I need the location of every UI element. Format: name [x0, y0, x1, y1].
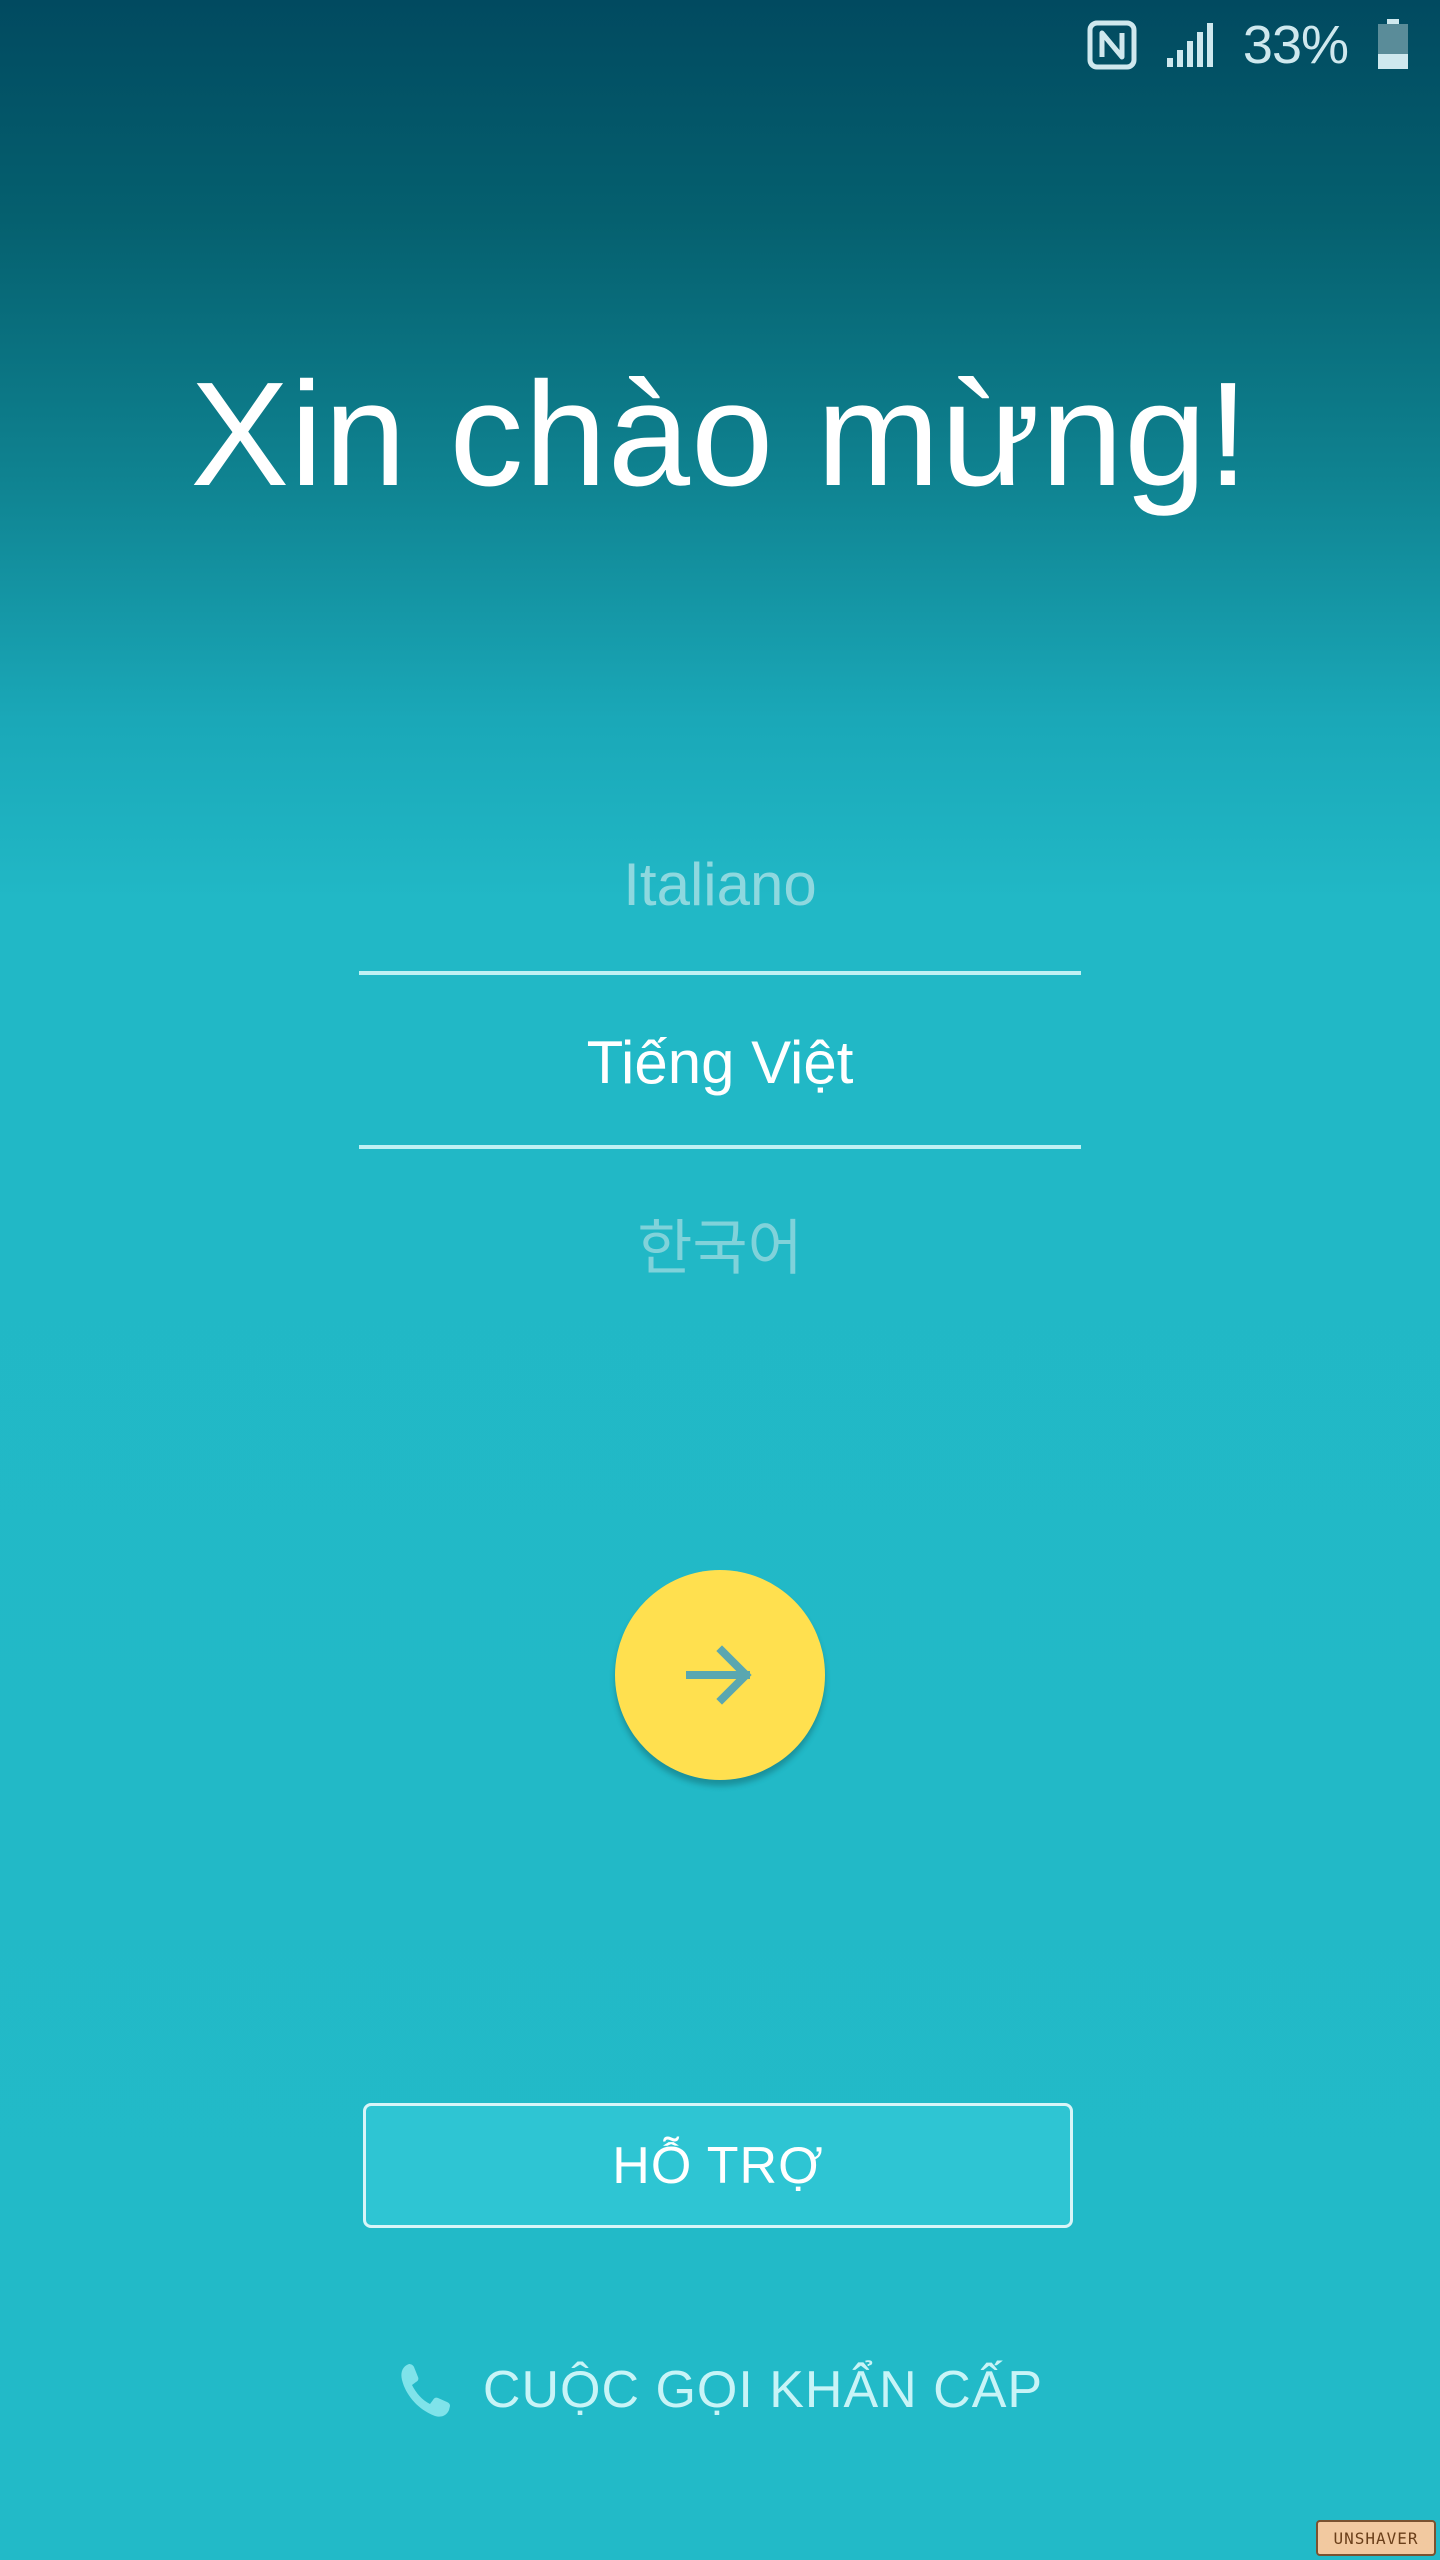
welcome-title: Xin chào mừng! [190, 352, 1250, 517]
next-button[interactable] [615, 1570, 825, 1780]
watermark-logo: UNSHAVER [1316, 2520, 1436, 2556]
picker-divider-top [359, 971, 1081, 975]
signal-icon [1166, 23, 1213, 67]
emergency-call-label: CUỘC GỌI KHẨN CẤP [482, 2361, 1044, 2419]
picker-divider-bottom [359, 1145, 1081, 1149]
nfc-icon [1087, 20, 1137, 70]
phone-icon [401, 2364, 450, 2417]
battery-icon [1378, 19, 1408, 69]
status-bar: 33% [1087, 0, 1440, 90]
language-option-previous[interactable]: Italiano [359, 850, 1081, 919]
support-button[interactable]: HỖ TRỢ [363, 2103, 1073, 2228]
language-option-next[interactable]: 한국어 [359, 1200, 1081, 1287]
arrow-right-icon [686, 1645, 752, 1705]
battery-percentage: 33% [1242, 15, 1349, 75]
language-option-selected[interactable]: Tiếng Việt [359, 1028, 1081, 1097]
language-picker[interactable]: Italiano Tiếng Việt 한국어 [359, 820, 1081, 1282]
support-button-label: HỖ TRỢ [612, 2136, 824, 2195]
emergency-call-button[interactable]: CUỘC GỌI KHẨN CẤP [0, 2360, 1440, 2420]
